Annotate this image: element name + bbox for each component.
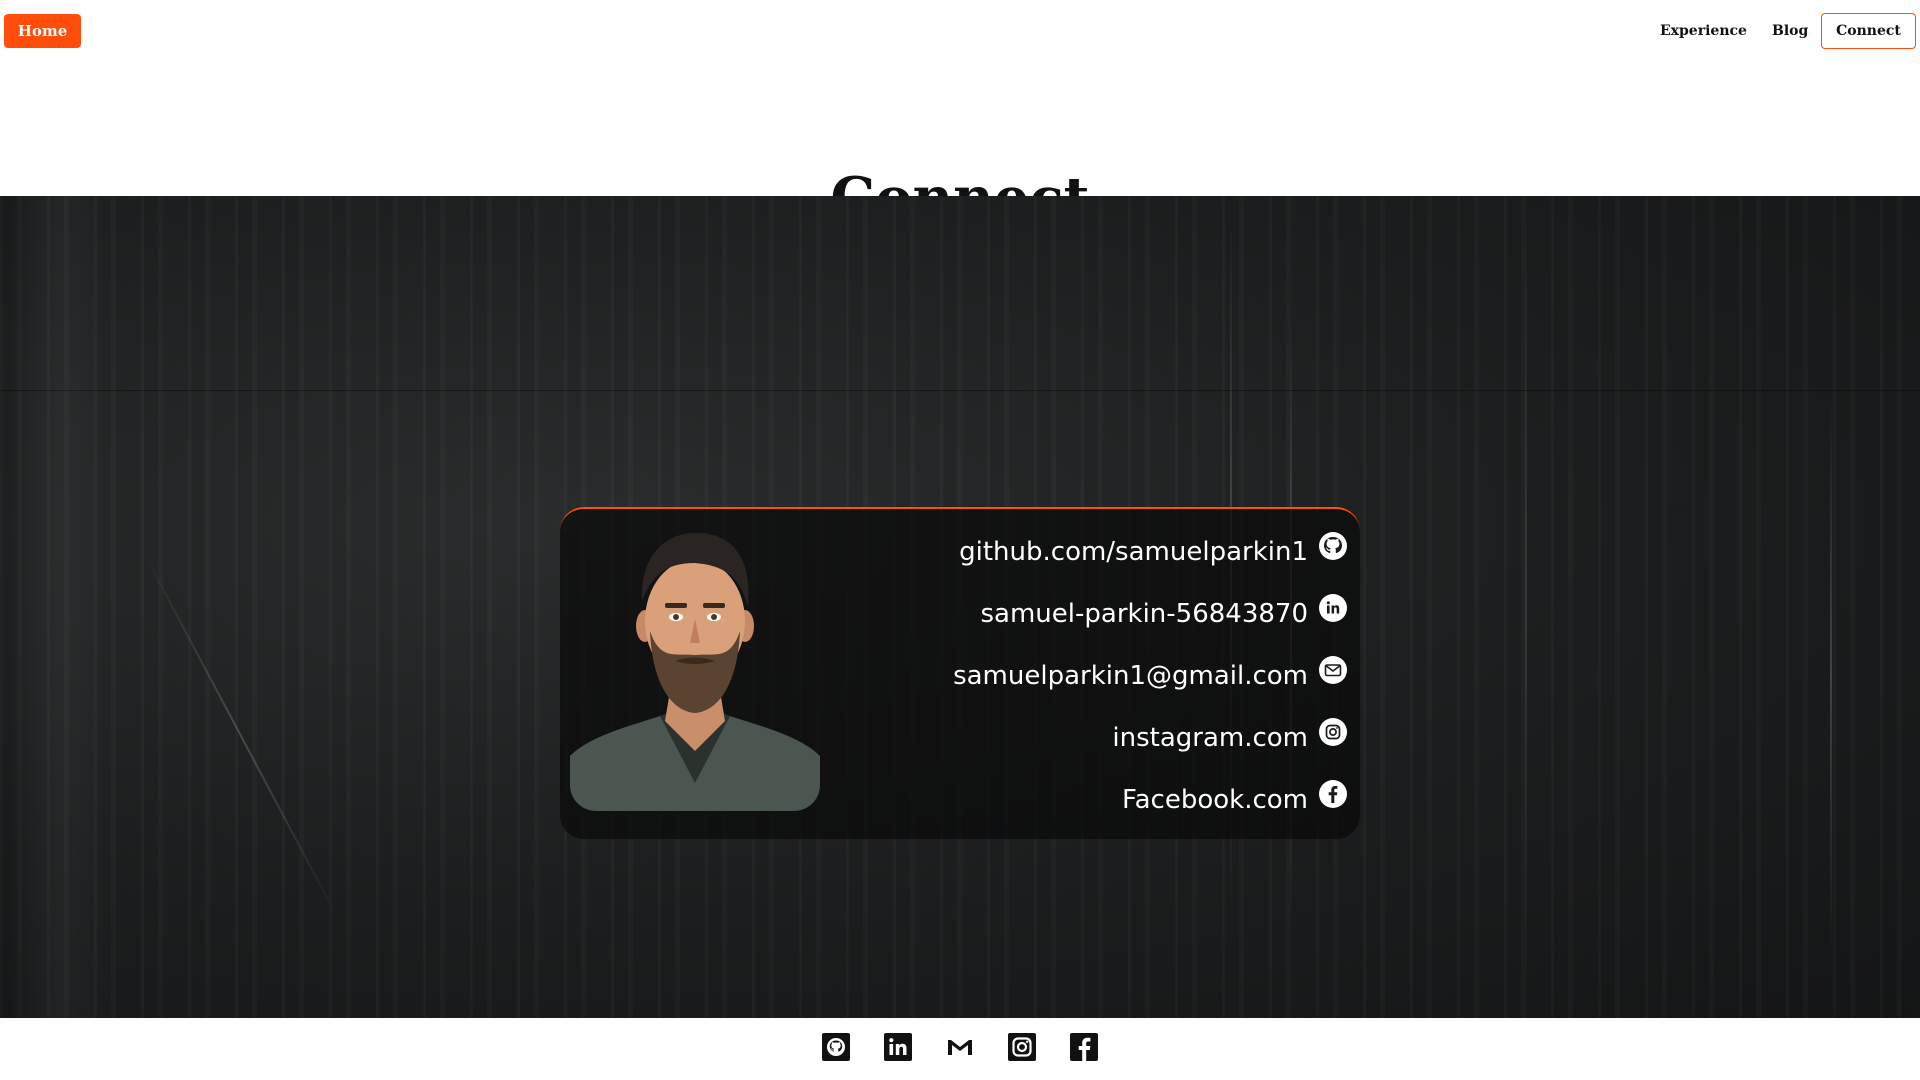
github-icon[interactable] xyxy=(1318,531,1348,561)
texture-crease xyxy=(1525,196,1527,996)
mail-icon[interactable] xyxy=(1318,655,1348,685)
linkedin-icon[interactable] xyxy=(1318,593,1348,623)
github-link-text[interactable]: github.com/samuelparkin1 xyxy=(959,537,1308,567)
footer-facebook-icon[interactable] xyxy=(1069,1032,1099,1062)
footer-instagram-icon[interactable] xyxy=(1007,1032,1037,1062)
footer-github-icon[interactable] xyxy=(821,1032,851,1062)
blog-link[interactable]: Blog xyxy=(1772,14,1808,48)
instagram-link[interactable]: instagram.com xyxy=(788,717,1348,779)
email-link[interactable]: samuelparkin1@gmail.com xyxy=(788,655,1348,717)
home-button[interactable]: Home xyxy=(4,14,81,48)
footer xyxy=(0,1018,1920,1080)
contact-links: github.com/samuelparkin1 samuel-parkin-5… xyxy=(788,531,1348,841)
footer-gmail-icon[interactable] xyxy=(945,1032,975,1062)
top-nav: Home Experience Blog Connect xyxy=(0,0,1920,62)
facebook-link[interactable]: Facebook.com xyxy=(788,779,1348,841)
instagram-link-text[interactable]: instagram.com xyxy=(1112,723,1308,753)
facebook-icon[interactable] xyxy=(1318,779,1348,809)
portrait-avatar xyxy=(570,532,820,811)
linkedin-link-text[interactable]: samuel-parkin-56843870 xyxy=(981,599,1309,629)
email-link-text[interactable]: samuelparkin1@gmail.com xyxy=(953,661,1308,691)
footer-linkedin-icon[interactable] xyxy=(883,1032,913,1062)
github-link[interactable]: github.com/samuelparkin1 xyxy=(788,531,1348,593)
connect-button[interactable]: Connect xyxy=(1821,13,1916,49)
facebook-link-text[interactable]: Facebook.com xyxy=(1122,785,1308,815)
texture-crease xyxy=(1830,396,1832,956)
texture-crease xyxy=(141,550,341,922)
texture-seam xyxy=(0,390,1920,391)
linkedin-link[interactable]: samuel-parkin-56843870 xyxy=(788,593,1348,655)
experience-link[interactable]: Experience xyxy=(1660,14,1747,48)
instagram-icon[interactable] xyxy=(1318,717,1348,747)
contact-card: github.com/samuelparkin1 samuel-parkin-5… xyxy=(560,507,1360,839)
